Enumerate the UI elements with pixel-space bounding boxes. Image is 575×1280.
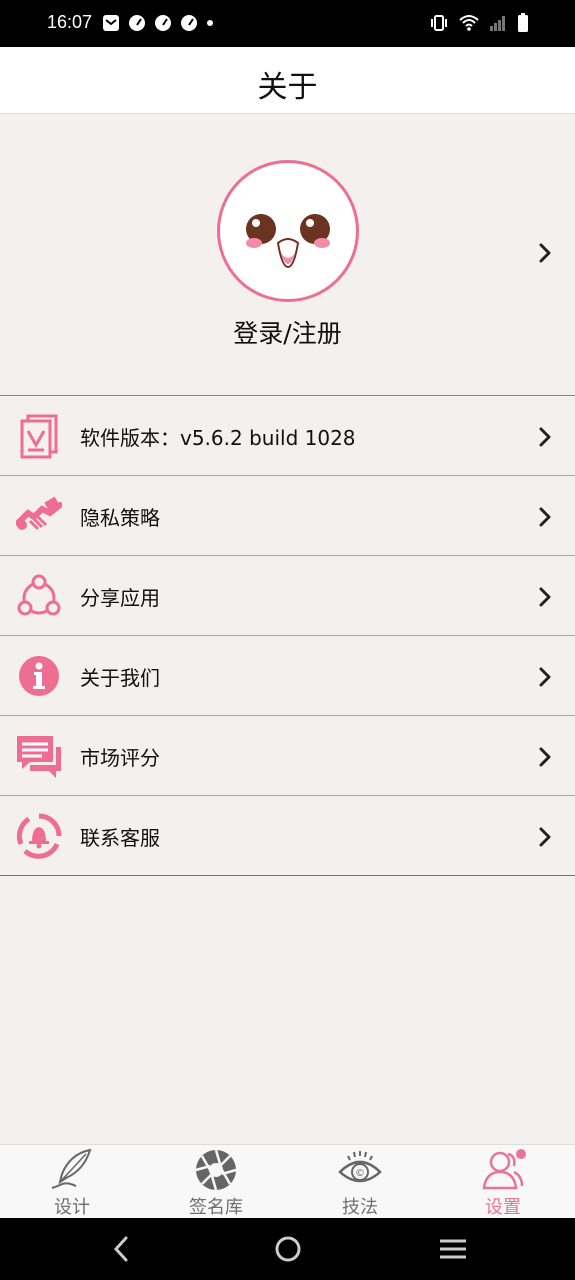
signal-icon [490, 16, 505, 31]
chevron-right-icon[interactable] [536, 242, 554, 264]
menu-item-rating[interactable]: 市场评分 [0, 716, 575, 796]
menu-item-label: 软件版本：v5.6.2 build 1028 [80, 426, 356, 450]
users-icon [482, 1149, 526, 1190]
speed-notification-icon [155, 15, 171, 31]
version-doc-icon [20, 414, 58, 459]
tab-techniques[interactable]: © 技法 [288, 1145, 432, 1219]
settings-menu-list: 软件版本：v5.6.2 build 1028 隐私策略 分享应用 关于我们 市场… [0, 395, 575, 876]
tab-label: 签名库 [189, 1197, 243, 1218]
page-title: 关于 [257, 70, 318, 105]
dot-icon [207, 20, 213, 26]
menu-item-label: 隐私策略 [80, 506, 160, 530]
tab-settings[interactable]: 设置 [431, 1145, 575, 1219]
status-bar: 16:07 [0, 0, 575, 47]
menu-item-label: 分享应用 [80, 586, 160, 610]
tab-label: 设计 [54, 1197, 90, 1218]
speed-notification-icon [181, 15, 197, 31]
chevron-right-icon [539, 587, 551, 607]
menu-item-label: 联系客服 [80, 826, 160, 850]
svg-text:©: © [355, 1168, 365, 1179]
mail-notification-icon [103, 15, 119, 31]
quill-pen-icon [51, 1148, 92, 1189]
chevron-right-icon [539, 427, 551, 447]
back-icon[interactable] [110, 1234, 134, 1264]
wifi-icon [459, 15, 479, 31]
menu-item-version[interactable]: 软件版本：v5.6.2 build 1028 [0, 396, 575, 476]
bottom-navigation: 设计 签名库 © 技法 设置 [0, 1144, 575, 1219]
recents-menu-icon[interactable] [438, 1234, 468, 1264]
system-navigation-bar [0, 1218, 575, 1280]
chevron-right-icon [539, 747, 551, 767]
chevron-right-icon [539, 827, 551, 847]
chevron-right-icon [539, 507, 551, 527]
aperture-icon [195, 1149, 237, 1191]
login-profile-section[interactable]: 登录/注册 [0, 114, 575, 396]
status-time: 16:07 [47, 12, 93, 32]
avatar[interactable] [217, 160, 359, 302]
chevron-right-icon [539, 667, 551, 687]
speed-notification-icon [129, 15, 145, 31]
menu-item-label: 关于我们 [80, 666, 160, 690]
tab-signature-library[interactable]: 签名库 [144, 1145, 288, 1219]
tab-label: 设置 [485, 1197, 521, 1218]
battery-icon [518, 13, 528, 32]
bell-support-icon [16, 813, 62, 859]
kawaii-face-icon [246, 214, 330, 269]
share-icon [17, 574, 61, 616]
tab-design[interactable]: 设计 [0, 1145, 144, 1219]
title-bar: 关于 [0, 47, 575, 114]
eye-icon: © [338, 1151, 382, 1183]
vibrate-icon [431, 15, 447, 31]
tab-label: 技法 [342, 1197, 378, 1218]
home-icon[interactable] [274, 1234, 302, 1264]
menu-item-privacy[interactable]: 隐私策略 [0, 476, 575, 556]
info-icon [19, 656, 59, 696]
menu-item-about-us[interactable]: 关于我们 [0, 636, 575, 716]
menu-item-share[interactable]: 分享应用 [0, 556, 575, 636]
chat-bubble-icon [17, 736, 61, 778]
menu-item-label: 市场评分 [80, 746, 160, 770]
login-register-label[interactable]: 登录/注册 [0, 314, 575, 350]
menu-item-contact-support[interactable]: 联系客服 [0, 796, 575, 876]
handshake-icon [16, 496, 62, 531]
